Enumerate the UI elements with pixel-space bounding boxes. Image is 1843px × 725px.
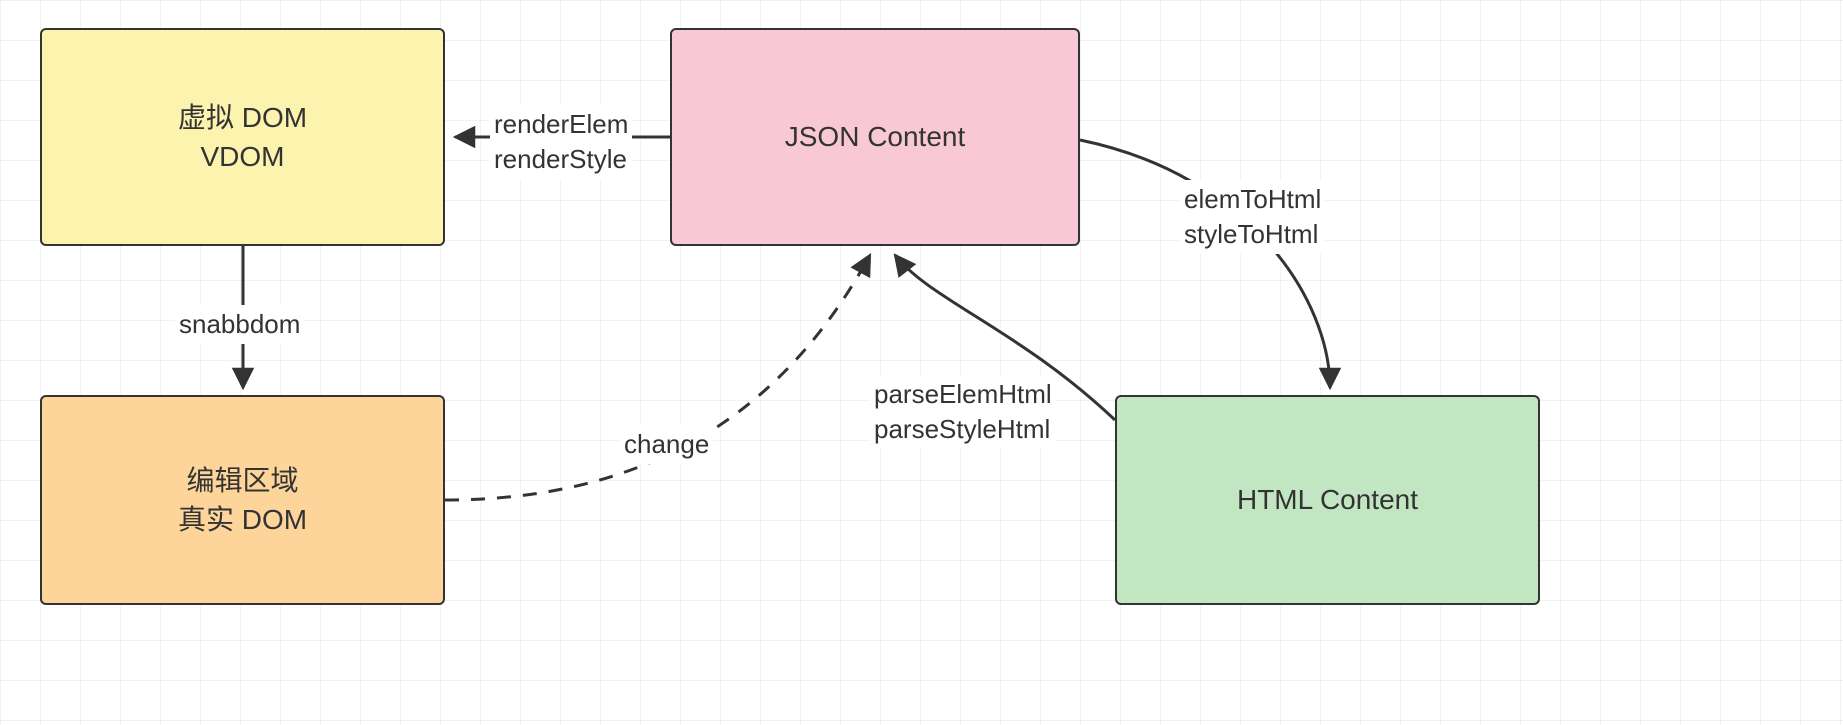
label-json-to-html: elemToHtml styleToHtml xyxy=(1180,180,1325,254)
node-html-line1: HTML Content xyxy=(1237,480,1418,519)
label-json-to-html-line2: styleToHtml xyxy=(1184,217,1321,252)
label-vdom-to-real-line1: snabbdom xyxy=(179,307,300,342)
label-json-to-vdom-line2: renderStyle xyxy=(494,142,628,177)
label-vdom-to-real: snabbdom xyxy=(175,305,304,344)
label-html-to-json-line1: parseElemHtml xyxy=(874,377,1052,412)
node-real: 编辑区域 真实 DOM xyxy=(40,395,445,605)
label-real-to-json: change xyxy=(620,425,713,464)
label-json-to-vdom-line1: renderElem xyxy=(494,107,628,142)
label-real-to-json-line1: change xyxy=(624,427,709,462)
node-vdom-line2: VDOM xyxy=(201,137,285,176)
node-real-line1: 编辑区域 xyxy=(186,461,298,500)
label-json-to-vdom: renderElem renderStyle xyxy=(490,105,632,179)
node-json-line1: JSON Content xyxy=(785,117,966,156)
diagram-canvas: 虚拟 DOM VDOM JSON Content 编辑区域 真实 DOM HTM… xyxy=(0,0,1843,725)
label-html-to-json: parseElemHtml parseStyleHtml xyxy=(870,375,1056,449)
node-json: JSON Content xyxy=(670,28,1080,246)
label-json-to-html-line1: elemToHtml xyxy=(1184,182,1321,217)
label-html-to-json-line2: parseStyleHtml xyxy=(874,412,1052,447)
node-vdom-line1: 虚拟 DOM xyxy=(178,98,307,137)
node-real-line2: 真实 DOM xyxy=(178,500,307,539)
node-vdom: 虚拟 DOM VDOM xyxy=(40,28,445,246)
node-html: HTML Content xyxy=(1115,395,1540,605)
